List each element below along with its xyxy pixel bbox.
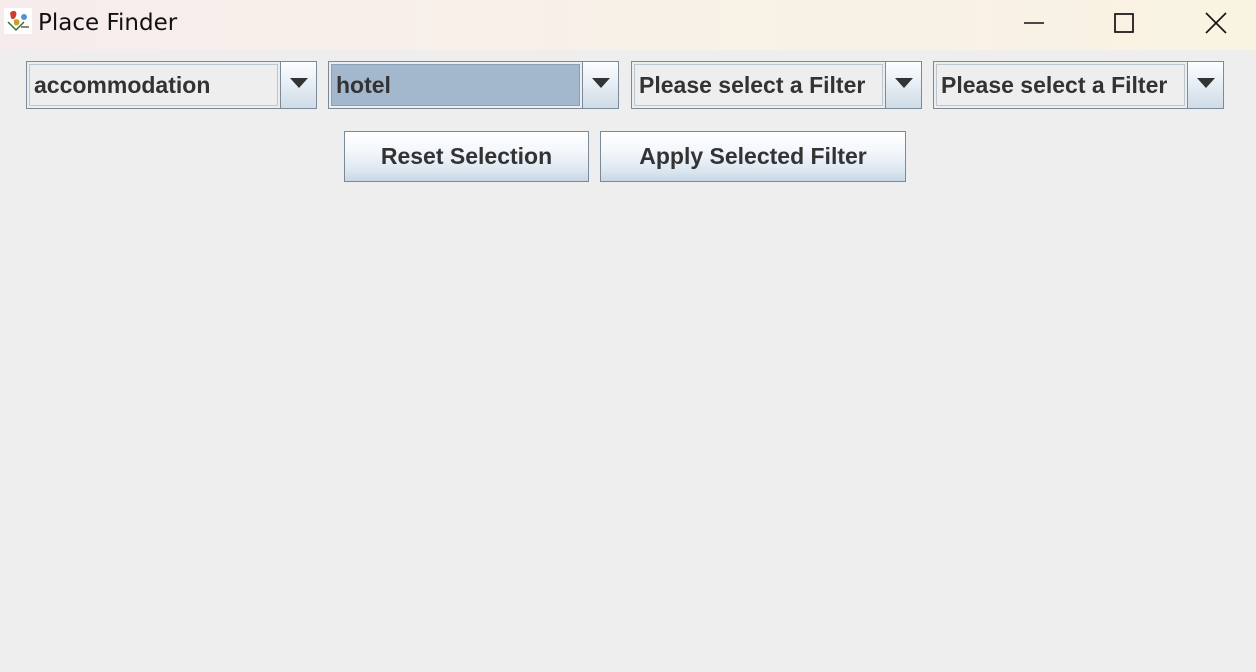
filter-combo-fourth[interactable]: Please select a Filter	[933, 61, 1224, 109]
place-finder-window: Place Finder accommodation hotel Please …	[0, 0, 1256, 672]
app-icon	[4, 8, 32, 34]
filter-combo-category[interactable]: accommodation	[26, 61, 317, 109]
chevron-down-icon	[894, 76, 914, 94]
chevron-down-icon	[591, 76, 611, 94]
filter-combo-third-dropdown-button[interactable]	[885, 62, 921, 108]
title-bar[interactable]: Place Finder	[0, 0, 1256, 50]
filter-combo-fourth-dropdown-button[interactable]	[1187, 62, 1223, 108]
minimize-icon	[1023, 12, 1045, 34]
filter-combo-type-dropdown-button[interactable]	[582, 62, 618, 108]
minimize-button[interactable]	[988, 0, 1080, 46]
filter-combo-type-value[interactable]: hotel	[331, 64, 580, 106]
close-button[interactable]	[1170, 0, 1256, 46]
filter-combo-third-value[interactable]: Please select a Filter	[634, 64, 883, 106]
window-title: Place Finder	[38, 10, 178, 36]
apply-filter-button[interactable]: Apply Selected Filter	[600, 131, 906, 182]
maximize-button[interactable]	[1078, 0, 1170, 46]
filter-combo-type[interactable]: hotel	[328, 61, 619, 109]
filter-combo-third[interactable]: Please select a Filter	[631, 61, 922, 109]
close-icon	[1204, 11, 1228, 35]
reset-selection-button[interactable]: Reset Selection	[344, 131, 589, 182]
filter-combo-fourth-value[interactable]: Please select a Filter	[936, 64, 1185, 106]
maximize-icon	[1113, 12, 1135, 34]
chevron-down-icon	[289, 76, 309, 94]
chevron-down-icon	[1196, 76, 1216, 94]
filter-combo-category-dropdown-button[interactable]	[280, 62, 316, 108]
filter-combo-category-value[interactable]: accommodation	[29, 64, 278, 106]
